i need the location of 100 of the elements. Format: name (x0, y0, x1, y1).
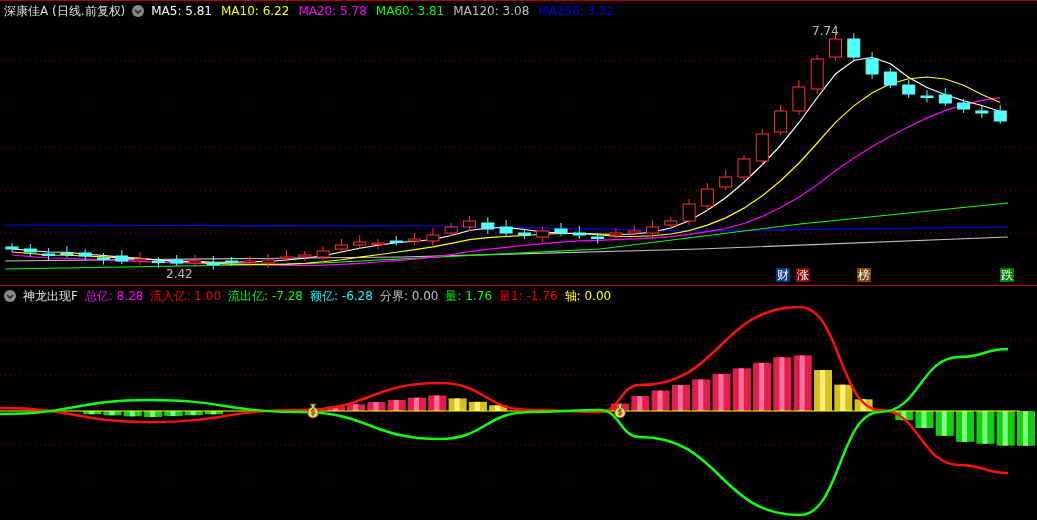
money-bag-icon (307, 403, 319, 419)
histogram-bar (489, 405, 508, 411)
candlestick (609, 227, 623, 239)
histogram-bar (773, 357, 792, 411)
candlestick (810, 54, 824, 95)
dropdown-icon[interactable] (4, 290, 16, 302)
candlestick (389, 235, 403, 246)
candlestick (353, 234, 367, 250)
money-bag-icon (614, 403, 626, 419)
candlestick (261, 253, 275, 269)
moving-average-value: MA60: 3.81 (375, 4, 445, 18)
candlestick (5, 242, 19, 253)
candlestick (920, 89, 934, 103)
indicator-value: 量: 1.76 (445, 287, 493, 305)
candlestick (280, 249, 293, 262)
histogram-bar (671, 385, 690, 411)
candlestick (206, 255, 220, 270)
histogram-bar (814, 370, 832, 411)
candlestick (591, 232, 605, 244)
moving-average-value: MA250: 3.32 (538, 4, 615, 18)
candlestick (774, 104, 788, 136)
candlestick (865, 51, 879, 80)
candlestick (426, 227, 440, 247)
histogram-bar (956, 411, 975, 442)
histogram-bar (367, 402, 386, 411)
candlestick (792, 79, 806, 116)
candlestick (151, 256, 165, 268)
stock-title: 深康佳A (日线.前复权) (4, 2, 126, 20)
histogram-bar (996, 411, 1015, 446)
indicator-value: 分界: 0.00 (379, 287, 439, 305)
histogram-bar (692, 379, 711, 411)
candlestick (517, 228, 531, 240)
histogram-bar (387, 399, 406, 411)
indicator-value: 流出亿: -7.28 (228, 287, 303, 305)
candlestick (975, 105, 989, 119)
high-price-label: 7.74 (812, 24, 839, 38)
candlestick (938, 87, 952, 107)
candlestick (133, 251, 147, 266)
candlestick (170, 254, 184, 267)
candlestick (646, 219, 659, 239)
histogram-bar (793, 355, 812, 411)
event-badge[interactable]: 跌 (1000, 268, 1014, 282)
candlestick (627, 224, 641, 238)
candlestick (115, 249, 129, 265)
candlestick (883, 67, 897, 89)
indicator-value: 总亿: 8.28 (84, 287, 144, 305)
candlestick (719, 169, 733, 191)
candlestick (463, 215, 476, 232)
indicator-value: 额亿: -6.28 (309, 287, 373, 305)
candlestick (225, 256, 239, 266)
candlestick (755, 128, 769, 167)
histogram-bar (1017, 411, 1035, 446)
histogram-bar (732, 368, 751, 411)
candlestick (957, 98, 971, 114)
moving-average-value: MA120: 3.08 (453, 4, 530, 18)
moving-average-value: MA20: 5.78 (298, 4, 367, 18)
candlestick (444, 222, 458, 237)
histogram-bar (408, 397, 426, 411)
histogram-bar (205, 411, 223, 415)
histogram-bar (326, 406, 345, 411)
candlestick (243, 255, 257, 267)
candlestick (847, 32, 861, 62)
candlestick (371, 238, 385, 250)
histogram-bar (712, 373, 731, 411)
candlestick (188, 254, 202, 268)
candlestick (298, 250, 312, 262)
histogram-bar (468, 401, 487, 411)
indicator-value: 量1: -1.76 (499, 287, 558, 305)
histogram-bar (428, 395, 447, 411)
histogram-bar (976, 411, 995, 444)
candlestick (481, 216, 495, 235)
candlestick (737, 154, 751, 182)
dropdown-icon[interactable] (132, 5, 145, 17)
candlestick (316, 245, 330, 263)
candlestick (902, 79, 916, 99)
candlestick (554, 222, 568, 237)
candlestick (97, 252, 110, 265)
histogram-bar (651, 390, 670, 411)
candlestick (993, 104, 1007, 125)
candlestick (60, 245, 74, 258)
candlestick (78, 248, 92, 261)
candlestick (42, 247, 56, 261)
indicator-value: 轴: 0.00 (564, 287, 612, 305)
histogram-bar (753, 362, 772, 411)
low-price-label: 2.42 (166, 267, 193, 281)
event-badge[interactable]: 涨 (796, 268, 810, 282)
candlestick (682, 198, 696, 226)
moving-average-value: MA5: 5.81 (151, 4, 212, 18)
candlestick (499, 219, 513, 237)
candlestick (829, 33, 842, 61)
event-badge[interactable]: 榜 (857, 268, 871, 282)
candlestick (23, 243, 37, 257)
moving-average-value: MA10: 6.22 (221, 4, 290, 18)
candlestick (408, 232, 422, 246)
candlestick (572, 225, 586, 240)
indicator-value: 流入亿: 1.00 (150, 287, 222, 305)
event-badge[interactable]: 财 (776, 268, 790, 282)
candlestick (536, 225, 550, 243)
candlestick (664, 216, 678, 229)
indicator-title: 神龙出现F (23, 287, 78, 305)
